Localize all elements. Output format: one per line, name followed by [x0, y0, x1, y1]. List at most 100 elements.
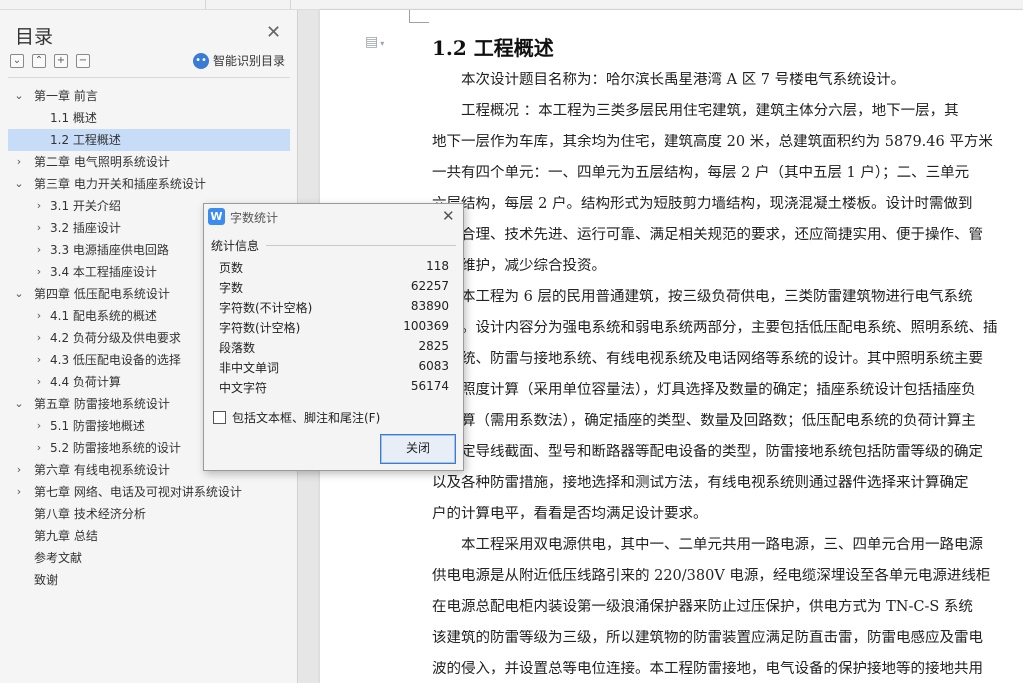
toc-item-label: 第五章 防雷接地系统设计: [34, 397, 170, 411]
toc-item-label: 第二章 电气照明系统设计: [34, 155, 170, 169]
close-icon[interactable]: ✕: [266, 22, 281, 43]
body-text-line: 座系统、防雷与接地系统、有线电视系统及电话网络等系统的设计。其中照明系统主要: [432, 351, 983, 367]
stat-value: 118: [426, 259, 449, 273]
include-textbox-checkbox[interactable]: 包括文本框、脚注和尾注(F): [213, 409, 380, 426]
toc-item-label: 第九章 总结: [34, 529, 98, 543]
toc-item[interactable]: › 第七章 网络、电话及可视对讲系统设计: [8, 481, 290, 503]
body-text-line: 设计。设计内容分为强电系统和弱电系统两部分，主要包括低压配电系统、照明系统、插: [432, 320, 998, 336]
stat-row: 字符数(不计空格) 83890: [219, 299, 449, 319]
body-text-line: 理及维护，减少综合投资。: [432, 258, 606, 274]
chevron-down-icon[interactable]: ⌄: [14, 393, 24, 415]
chevron-right-icon[interactable]: ›: [34, 327, 44, 349]
section-heading: 1.2 工程概述: [432, 36, 554, 60]
add-heading-icon[interactable]: +: [54, 54, 68, 68]
stat-label: 中文字符: [219, 381, 268, 395]
body-text-line: 经济合理、技术先进、运行可靠、满足相关规范的要求，还应简捷实用、便于操作、管: [432, 227, 983, 243]
toc-item[interactable]: 第九章 总结: [8, 525, 290, 547]
toc-item-label: 参考文献: [34, 551, 83, 565]
chevron-right-icon[interactable]: ›: [14, 481, 24, 503]
chevron-down-icon[interactable]: ⌄: [14, 85, 24, 107]
toc-item[interactable]: 1.1 概述: [8, 107, 290, 129]
toc-item-label: 第六章 有线电视系统设计: [34, 463, 170, 477]
body-text-line: 本工程采用双电源供电，其中一、二单元共用一路电源，三、四单元合用一路电源: [432, 537, 983, 553]
body-text-line: 荷计算（需用系数法），确定插座的类型、数量及回路数；低压配电系统的负荷计算主: [432, 413, 976, 429]
stat-label: 字数: [219, 281, 244, 295]
toc-item-label: 3.3 电源插座供电回路: [50, 243, 169, 257]
toc-item-label: 4.1 配电系统的概述: [50, 309, 157, 323]
toc-item[interactable]: 1.2 工程概述: [8, 129, 290, 151]
body-text-line: 供电电源是从附近低压线路引来的 220/380V 电源，经电缆深埋设至各单元电源…: [432, 568, 991, 584]
chevron-right-icon[interactable]: ›: [14, 459, 24, 481]
collapse-all-icon[interactable]: ⌃: [32, 54, 46, 68]
smart-toc-button[interactable]: •• 智能识别目录: [193, 52, 285, 69]
body-text-line: 一共有四个单元：一、四单元为五层结构，每层 2 户（其中五层 1 户）；二、三单…: [432, 165, 970, 181]
toolbar-segment: [0, 0, 206, 9]
close-button[interactable]: 关闭: [380, 434, 456, 464]
dialog-title: 字数统计: [230, 211, 279, 225]
divider: [266, 245, 456, 246]
chevron-right-icon[interactable]: ›: [34, 371, 44, 393]
chevron-right-icon[interactable]: ›: [34, 437, 44, 459]
toc-toolbar: ⌄ ⌃ + −: [10, 54, 90, 68]
body-text-line: 包括照度计算（采用单位容量法），灯具选择及数量的确定；插座系统设计包括插座负: [432, 382, 976, 398]
toc-item-label: 致谢: [34, 573, 59, 587]
close-icon[interactable]: ✕: [442, 207, 455, 225]
page-options-icon[interactable]: ▤ ▾: [365, 34, 384, 50]
checkbox-label: 包括文本框、脚注和尾注(F): [232, 411, 381, 425]
body-text-line: 户的计算电平，看看是否均满足设计要求。: [432, 506, 708, 522]
divider: [8, 77, 290, 78]
toc-item-label: 第三章 电力开关和插座系统设计: [34, 177, 206, 191]
chevron-right-icon[interactable]: ›: [34, 261, 44, 283]
chevron-down-icon[interactable]: ⌄: [14, 283, 24, 305]
toc-item-label: 3.1 开关介绍: [50, 199, 121, 213]
body-text-line: 该建筑的防雷等级为三级，所以建筑物的防雷装置应满足防直击雷，防雷电感应及雷电: [432, 630, 983, 646]
chevron-right-icon[interactable]: ›: [34, 349, 44, 371]
toc-item[interactable]: 第八章 技术经济分析: [8, 503, 290, 525]
stat-value: 62257: [410, 279, 449, 293]
stat-value: 83890: [410, 299, 449, 313]
toc-item-label: 1.2 工程概述: [50, 133, 121, 147]
stat-value: 2825: [418, 339, 449, 353]
stat-row: 段落数 2825: [219, 339, 449, 359]
toc-item-label: 第一章 前言: [34, 89, 98, 103]
chevron-right-icon[interactable]: ›: [34, 217, 44, 239]
body-text-line: 在电源总配电柜内装设第一级浪涌保护器来防止过压保护，供电方式为 TN-C-S 系…: [432, 599, 973, 615]
stats-section-label: 统计信息: [211, 239, 260, 253]
stat-value: 100369: [403, 319, 449, 333]
chevron-down-icon[interactable]: ⌄: [14, 173, 24, 195]
expand-all-icon[interactable]: ⌄: [10, 54, 24, 68]
body-text-line: 本次设计题目名称为：哈尔滨长禹星港湾 A 区 7 号楼电气系统设计。: [432, 72, 906, 88]
stat-value: 6083: [418, 359, 449, 373]
chevron-right-icon[interactable]: ›: [34, 415, 44, 437]
toc-item-label: 第四章 低压配电系统设计: [34, 287, 170, 301]
chevron-right-icon[interactable]: ›: [34, 239, 44, 261]
body-text-line: 本工程为 6 层的民用普通建筑，按三级负荷供电，三类防雷建筑物进行电气系统: [432, 289, 973, 305]
dialog-titlebar[interactable]: W 字数统计 ✕: [204, 204, 463, 230]
checkbox-box[interactable]: [213, 411, 226, 424]
toc-item[interactable]: ⌄ 第一章 前言: [8, 85, 290, 107]
stat-row: 非中文单词 6083: [219, 359, 449, 379]
remove-heading-icon[interactable]: −: [76, 54, 90, 68]
smart-toc-label: 智能识别目录: [213, 54, 286, 68]
toc-item-label: 第八章 技术经济分析: [34, 507, 146, 521]
chevron-right-icon[interactable]: ›: [14, 151, 24, 173]
chevron-right-icon[interactable]: ›: [34, 305, 44, 327]
toc-item-label: 3.2 插座设计: [50, 221, 121, 235]
body-text-line: 工程概况 ：本工程为三类多层民用住宅建筑，建筑主体分六层，地下一层，其: [432, 103, 959, 119]
stat-value: 56174: [410, 379, 449, 393]
body-text-line: 地下一层作为车库，其余均为住宅，建筑高度 20 米，总建筑面积约为 5879.4…: [432, 134, 993, 150]
stat-row: 中文字符 56174: [219, 379, 449, 399]
body-text-line: 要确定导线截面、型号和断路器等配电设备的类型，防雷接地系统包括防雷等级的确定: [432, 444, 983, 460]
toc-item-label: 第七章 网络、电话及可视对讲系统设计: [34, 485, 242, 499]
toc-item[interactable]: 参考文献: [8, 547, 290, 569]
body-text-line: 六层结构，每层 2 户。结构形式为短肢剪力墙结构，现浇混凝土楼板。设计时需做到: [432, 196, 973, 212]
chevron-right-icon[interactable]: ›: [34, 195, 44, 217]
toc-item[interactable]: 致谢: [8, 569, 290, 591]
toc-item[interactable]: › 第二章 电气照明系统设计: [8, 151, 290, 173]
sidebar-title: 目录: [15, 26, 54, 48]
toc-item[interactable]: ⌄ 第三章 电力开关和插座系统设计: [8, 173, 290, 195]
stat-label: 非中文单词: [219, 361, 280, 375]
stat-row: 字数 62257: [219, 279, 449, 299]
body-text-line: 以及各种防雷措施，接地选择和测试方法，有线电视系统则通过器件选择来计算确定: [432, 475, 969, 491]
stat-label: 页数: [219, 261, 244, 275]
